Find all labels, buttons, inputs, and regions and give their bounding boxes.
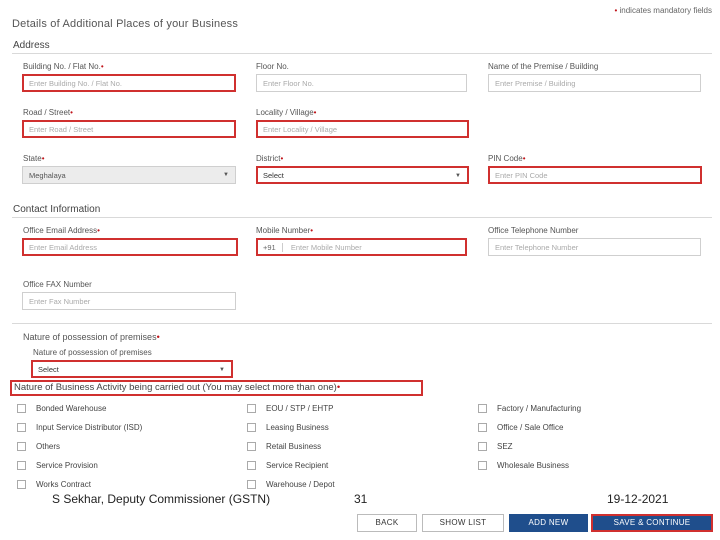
activity-label: Service Recipient <box>266 461 329 470</box>
state-value: Meghalaya <box>29 171 66 180</box>
activity-checkbox-row[interactable]: Office / Sale Office <box>478 423 563 432</box>
activity-checkbox-row[interactable]: Factory / Manufacturing <box>478 404 581 413</box>
activity-checkbox-row[interactable]: Bonded Warehouse <box>17 404 106 413</box>
locality-label: Locality / Village• <box>256 108 317 117</box>
checkbox-icon[interactable] <box>17 442 26 451</box>
activity-checkbox-row[interactable]: EOU / STP / EHTP <box>247 404 333 413</box>
checkbox-icon[interactable] <box>17 423 26 432</box>
activity-checkbox-row[interactable]: Works Contract <box>17 480 91 489</box>
district-label: District• <box>256 154 284 163</box>
activity-checkbox-row[interactable]: Others <box>17 442 60 451</box>
fax-input[interactable]: Enter Fax Number <box>22 292 236 310</box>
activity-label: Factory / Manufacturing <box>497 404 582 413</box>
checkbox-icon[interactable] <box>478 461 487 470</box>
checkbox-icon[interactable] <box>247 480 256 489</box>
district-value: Select <box>263 171 284 180</box>
checkbox-icon[interactable] <box>478 423 487 432</box>
checkbox-icon[interactable] <box>478 442 487 451</box>
activity-label: EOU / STP / EHTP <box>266 404 334 413</box>
back-button[interactable]: BACK <box>357 514 417 532</box>
premise-input[interactable]: Enter Premise / Building <box>488 74 701 92</box>
show-list-button[interactable]: SHOW LIST <box>422 514 504 532</box>
business-activity-title: Nature of Business Activity being carrie… <box>14 382 341 393</box>
add-new-button[interactable]: ADD NEW <box>509 514 588 532</box>
activity-label: SEZ <box>497 442 513 451</box>
activity-label: Input Service Distributor (ISD) <box>36 423 143 432</box>
road-label: Road / Street• <box>23 108 73 117</box>
state-select[interactable]: Meghalaya ▼ <box>22 166 236 184</box>
mobile-label: Mobile Number• <box>256 226 314 235</box>
country-code-prefix: +91 <box>263 243 283 252</box>
activity-checkbox-row[interactable]: Service Provision <box>17 461 98 470</box>
address-section-title: Address <box>13 40 50 51</box>
checkbox-icon[interactable] <box>17 404 26 413</box>
activity-label: Retail Business <box>266 442 322 451</box>
activity-label: Others <box>36 442 61 451</box>
address-divider <box>12 53 712 54</box>
mobile-input[interactable]: +91 Enter Mobile Number <box>256 238 467 256</box>
activity-label: Bonded Warehouse <box>36 404 107 413</box>
checkbox-icon[interactable] <box>17 461 26 470</box>
possession-select[interactable]: Select ▼ <box>31 360 233 378</box>
possession-divider <box>12 323 712 324</box>
activity-checkbox-row[interactable]: Service Recipient <box>247 461 328 470</box>
mobile-placeholder: Enter Mobile Number <box>290 243 362 252</box>
checkbox-icon[interactable] <box>247 404 256 413</box>
checkbox-icon[interactable] <box>478 404 487 413</box>
activity-checkbox-row[interactable]: Input Service Distributor (ISD) <box>17 423 142 432</box>
slide-date: 19-12-2021 <box>607 492 669 506</box>
activity-checkbox-row[interactable]: Retail Business <box>247 442 321 451</box>
activity-label: Office / Sale Office <box>497 423 564 432</box>
activity-checkbox-row[interactable]: SEZ <box>478 442 513 451</box>
floor-label: Floor No. <box>256 62 289 71</box>
contact-section-title: Contact Information <box>13 204 101 215</box>
slide-number: 31 <box>354 492 368 506</box>
telephone-label: Office Telephone Number <box>488 226 579 235</box>
activity-label: Wholesale Business <box>497 461 570 470</box>
contact-divider <box>12 217 712 218</box>
mandatory-text: indicates mandatory fields <box>619 6 713 15</box>
activity-label: Works Contract <box>36 480 91 489</box>
possession-value: Select <box>38 365 59 374</box>
email-label: Office Email Address• <box>23 226 100 235</box>
activity-checkbox-row[interactable]: Warehouse / Depot <box>247 480 335 489</box>
mandatory-note: • indicates mandatory fields <box>614 6 712 15</box>
activity-label: Service Provision <box>36 461 98 470</box>
possession-title: Nature of possession of premises• <box>23 332 160 342</box>
save-continue-button[interactable]: SAVE & CONTINUE <box>591 514 713 532</box>
telephone-input[interactable]: Enter Telephone Number <box>488 238 701 256</box>
presenter-credit: S Sekhar, Deputy Commissioner (GSTN) <box>52 492 271 506</box>
district-select[interactable]: Select ▼ <box>256 166 469 184</box>
activity-checkbox-row[interactable]: Leasing Business <box>247 423 329 432</box>
chevron-down-icon: ▼ <box>219 367 225 373</box>
checkbox-icon[interactable] <box>247 442 256 451</box>
checkbox-icon[interactable] <box>247 423 256 432</box>
chevron-down-icon: ▼ <box>223 172 229 178</box>
email-input[interactable]: Enter Email Address <box>22 238 238 256</box>
locality-input[interactable]: Enter Locality / Village <box>256 120 469 138</box>
state-label: State• <box>23 154 45 163</box>
pin-input[interactable]: Enter PIN Code <box>488 166 702 184</box>
chevron-down-icon: ▼ <box>455 173 461 179</box>
checkbox-icon[interactable] <box>17 480 26 489</box>
building-input[interactable]: Enter Building No. / Flat No. <box>22 74 236 92</box>
activity-checkbox-row[interactable]: Wholesale Business <box>478 461 569 470</box>
checkbox-icon[interactable] <box>247 461 256 470</box>
fax-label: Office FAX Number <box>23 280 92 289</box>
page-title: Details of Additional Places of your Bus… <box>12 18 239 30</box>
activity-label: Warehouse / Depot <box>266 480 335 489</box>
road-input[interactable]: Enter Road / Street <box>22 120 236 138</box>
floor-input[interactable]: Enter Floor No. <box>256 74 467 92</box>
pin-label: PIN Code• <box>488 154 526 163</box>
premise-label: Name of the Premise / Building <box>488 62 599 71</box>
activity-label: Leasing Business <box>266 423 329 432</box>
mandatory-star: • <box>614 6 618 15</box>
possession-sub-label: Nature of possession of premises <box>33 348 152 357</box>
building-label: Building No. / Flat No.• <box>23 62 104 71</box>
